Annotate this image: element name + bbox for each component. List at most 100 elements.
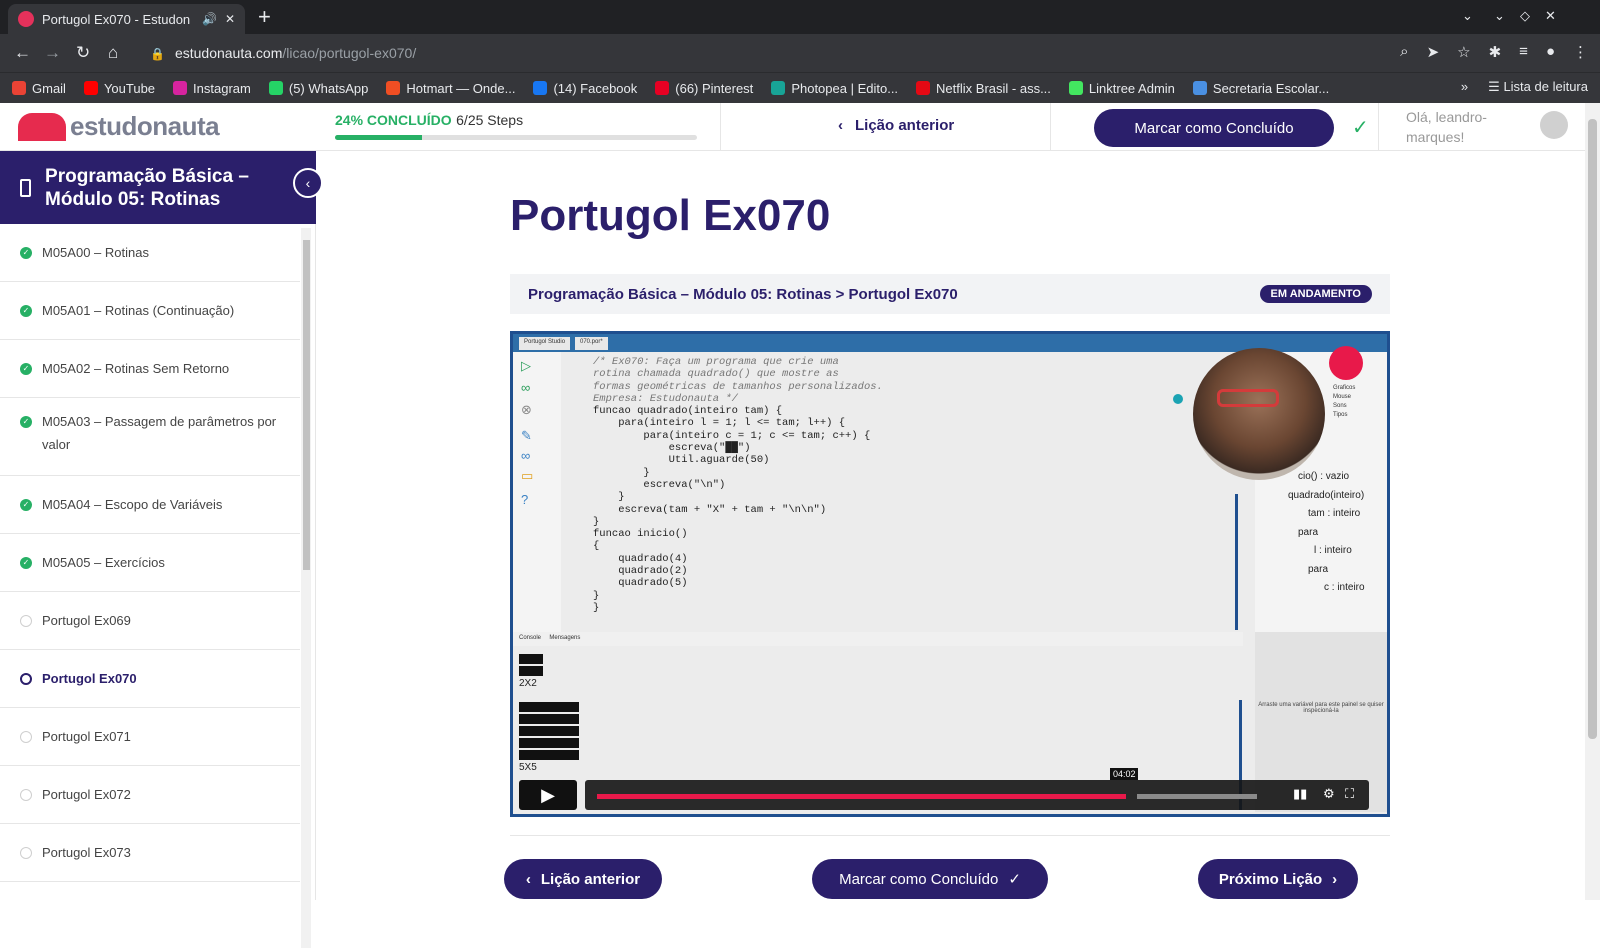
sidebar-lesson-item[interactable]: ✓ M05A01 – Rotinas (Continuação) [0,282,300,340]
bookmark-item[interactable]: Secretaria Escolar... [1192,81,1329,96]
previous-lesson-label: Lição anterior [855,117,955,134]
video-progress-bar[interactable]: 04:02 ▮▮ ⚙ ⛶ [585,768,1369,810]
sidebar-lesson-item[interactable]: ✓ M05A02 – Rotinas Sem Retorno [0,340,300,398]
check-icon: ✓ [1008,871,1021,888]
sidebar-scrollbar[interactable] [301,228,311,948]
bookmark-item[interactable]: Photopea | Edito... [771,81,898,96]
bottom-previous-button[interactable]: ‹ Lição anterior [504,859,662,899]
sidebar-lesson-item[interactable]: Portugol Ex070 [0,650,300,708]
sidebar-lesson-label: M05A02 – Rotinas Sem Retorno [42,361,230,376]
reload-icon[interactable]: ↻ [76,43,90,63]
maximize-icon[interactable]: ◇ [1520,8,1530,24]
forward-icon[interactable]: → [44,43,61,63]
bookmark-item[interactable]: (14) Facebook [533,81,637,96]
lesson-status-icon [20,673,32,685]
zoom-icon[interactable]: ⌕ [1400,43,1408,61]
audio-icon[interactable]: 🔊 [202,12,217,26]
code-line: funcao quadrado(inteiro tam) { [593,405,783,418]
bookmark-label: YouTube [103,80,156,96]
help-icon: ? [521,492,529,507]
bookmark-item[interactable]: (66) Pinterest [655,81,753,96]
menu-icon[interactable]: ⋮ [1573,43,1588,61]
sidebar-lesson-item[interactable]: ✓ M05A00 – Rotinas [0,224,300,282]
sidebar-lesson-item[interactable]: ✓ M05A03 – Passagem de parâmetros por val… [0,398,300,476]
sidebar-lesson-item[interactable]: Portugol Ex072 [0,766,300,824]
close-window-icon[interactable]: ✕ [1545,8,1556,24]
lock-icon: 🔒 [150,46,165,61]
send-icon[interactable]: ➤ [1427,43,1440,61]
volume-icon[interactable]: ▮▮ [1293,786,1307,802]
extensions-icon[interactable]: ✱ [1489,43,1502,61]
code-line: para(inteiro c = 1; c <= tam; c++) { [593,429,871,442]
page-scrollbar[interactable] [1585,103,1600,900]
bookmark-item[interactable]: Gmail [12,81,66,96]
profile-icon[interactable]: ● [1546,43,1555,61]
sidebar-lesson-label: Portugol Ex072 [42,787,131,802]
code-line: } [593,515,600,528]
check-icon: ✓ [1352,117,1369,139]
avatar[interactable] [1540,111,1568,139]
course-sidebar: Programação Básica – Módulo 05: Rotinas … [0,151,323,948]
mark-complete-button[interactable]: Marcar como Concluído [1094,109,1334,147]
breadcrumb-lesson[interactable]: Portugol Ex070 [849,286,958,303]
bookmark-item[interactable]: Netflix Brasil - ass... [916,81,1051,96]
sidebar-title: Programação Básica – Módulo 05: Rotinas [45,165,249,210]
sidebar-lesson-item[interactable]: ✓ M05A04 – Escopo de Variáveis [0,476,300,534]
browser-tab[interactable]: Portugol Ex070 - Estudon 🔊 ✕ [8,4,245,34]
bookmark-icon [1192,81,1207,95]
bottom-next-label: Próximo Lição [1218,870,1323,888]
library-item: Mouse [1333,394,1352,400]
tree-node: c : inteiro [1324,582,1365,593]
fullscreen-icon[interactable]: ⛶ [1345,786,1354,802]
code-line: Util.aguarde(50) [593,454,770,467]
minimize-icon[interactable]: ⌄ [1494,8,1505,24]
sidebar-lesson-item[interactable]: ✓ M05A05 – Exercícios [0,534,300,592]
more-bookmarks-icon[interactable]: » [1461,79,1468,95]
cursor-dot [1173,394,1183,404]
video-player[interactable]: Portugol Studio 070.por* ▷ ∞ ⊗ ✎ ∞ ▭ ? /… [510,331,1390,817]
bookmark-item[interactable]: Linktree Admin [1068,81,1175,96]
home-icon[interactable]: ⌂ [108,43,118,63]
tree-node: para [1298,526,1319,538]
bottom-mark-complete-button[interactable]: Marcar como Concluído ✓ [812,859,1048,899]
bookmark-item[interactable]: Hotmart — Onde... [386,81,515,96]
logo[interactable]: estudonauta [18,111,220,142]
breadcrumb-course[interactable]: Programação Básica – Módulo 05: Rotinas [528,286,831,303]
bookmark-item[interactable]: YouTube [83,80,156,96]
bookmark-item[interactable]: (5) WhatsApp [268,81,368,96]
page-scroll-thumb[interactable] [1588,119,1597,739]
bookmark-icon [771,81,786,95]
console-tabs: Console Mensagens [513,632,1243,646]
close-tab-icon[interactable]: ✕ [225,12,235,26]
back-icon[interactable]: ← [14,43,31,63]
lesson-status-icon [20,789,32,801]
media-icon[interactable]: ≡ [1519,43,1528,61]
sidebar-lesson-item[interactable]: Portugol Ex073 [0,824,300,882]
code-line: /* Ex070: Faça um programa que crie uma [593,356,839,368]
progress-steps: 6/25 Steps [456,112,524,128]
reading-list-button[interactable]: ☰ Lista de leitura [1488,79,1588,95]
bookmark-label: Netflix Brasil - ass... [936,80,1051,96]
play-button[interactable]: ▶ [519,780,577,810]
output-label-5x5: 5X5 [519,762,537,773]
sidebar-lesson-item[interactable]: Portugol Ex071 [0,708,300,766]
sidebar-lesson-item[interactable]: Portugol Ex069 [0,592,300,650]
star-icon[interactable]: ☆ [1457,43,1470,61]
settings-icon[interactable]: ⚙ [1323,786,1335,802]
completed-check-icon: ✓ [20,305,32,317]
greeting: Olá, leandro-marques! [1406,109,1487,145]
webcam-glasses [1217,389,1279,407]
new-tab-button[interactable]: + [258,5,271,29]
bookmark-item[interactable]: Instagram [173,81,251,96]
code-line: } [593,466,650,479]
url-field[interactable]: 🔒 estudonauta.com/licao/portugol-ex070/ [150,40,1350,67]
bookmark-icon [83,81,98,95]
sidebar-scroll-thumb[interactable] [303,240,310,570]
previous-lesson-link[interactable]: ‹ Lição anterior [838,117,954,134]
ide-tab-studio: Portugol Studio [519,337,571,350]
bottom-mark-label: Marcar como Concluído [839,870,999,888]
page: estudonauta 24% CONCLUÍDO 6/25 Steps ‹ Li… [0,103,1600,948]
bottom-next-button[interactable]: Próximo Lição › [1198,859,1358,899]
tab-search-icon[interactable]: ⌄ [1462,8,1473,24]
sidebar-header: Programação Básica – Módulo 05: Rotinas [0,151,316,224]
